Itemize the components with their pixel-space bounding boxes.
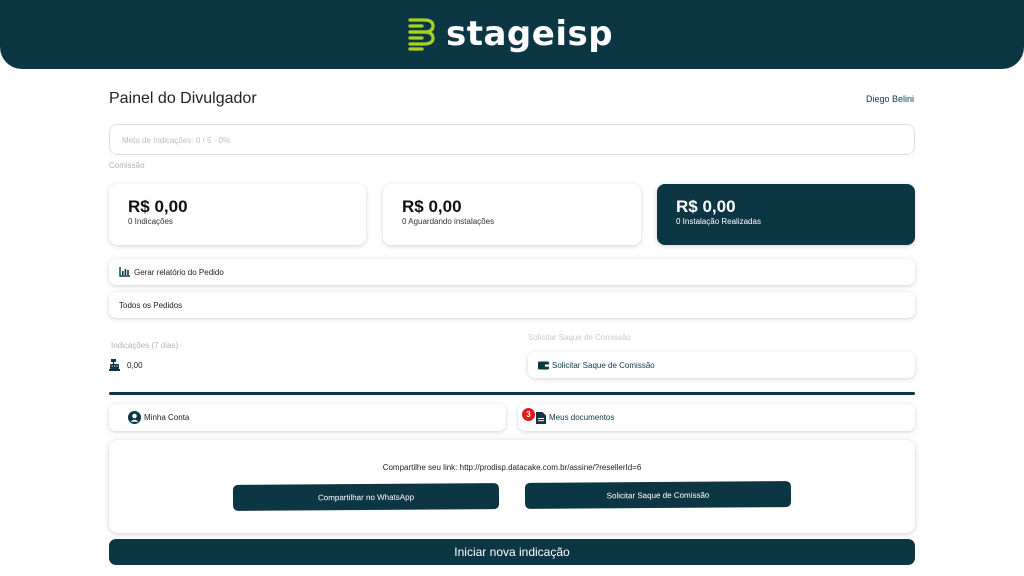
commission-card-aguardando: R$ 0,00 0 Aguardando instalações xyxy=(383,184,641,245)
share-link-text[interactable]: Compartilhe seu link: http://prodisp.dat… xyxy=(109,463,915,472)
share-panel: Compartilhe seu link: http://prodisp.dat… xyxy=(109,440,915,533)
request-withdrawal-button-secondary[interactable]: Solicitar Saque de Comissão xyxy=(524,481,792,509)
user-name[interactable]: Diego Belini xyxy=(866,94,914,104)
commission-label: Comissão xyxy=(109,161,145,170)
generate-report-button[interactable]: Gerar relatório do Pedido xyxy=(109,259,915,285)
commission-card-realizadas: R$ 0,00 0 Instalação Realizadas xyxy=(657,184,915,245)
card-amount: R$ 0,00 xyxy=(676,197,736,216)
all-orders-button[interactable]: Todos os Pedidos xyxy=(109,292,915,318)
brand-name: stageisp xyxy=(446,14,614,54)
logo-icon xyxy=(408,18,435,51)
my-documents-button[interactable]: Meus documentos xyxy=(518,404,915,431)
generate-report-label: Gerar relatório do Pedido xyxy=(134,267,224,277)
card-subtitle: 0 Aguardando instalações xyxy=(402,217,495,226)
all-orders-label: Todos os Pedidos xyxy=(119,300,183,310)
chart-icon xyxy=(119,267,130,277)
card-amount: R$ 0,00 xyxy=(402,197,462,216)
my-documents-label: Meus documentos xyxy=(549,413,615,422)
saque-label: Solicitar Saque de Comissão xyxy=(528,333,631,342)
card-subtitle: 0 Indicações xyxy=(128,217,173,226)
indicacoes-label: Indicações (7 dias) xyxy=(111,341,179,350)
user-circle-icon xyxy=(128,411,141,424)
card-amount: R$ 0,00 xyxy=(128,197,188,216)
documents-count-badge: 3 xyxy=(522,408,535,421)
goal-text: Meta de Indicações: 0 / 5 · 0% xyxy=(122,136,231,145)
wallet-icon xyxy=(538,361,549,369)
goal-progress-box: Meta de Indicações: 0 / 5 · 0% xyxy=(109,124,915,155)
brand-logo[interactable]: stageisp xyxy=(408,14,613,54)
request-withdrawal-button[interactable]: Solicitar Saque de Comissão xyxy=(528,352,915,378)
card-subtitle: 0 Instalação Realizadas xyxy=(676,217,761,226)
my-account-button[interactable]: Minha Conta xyxy=(109,404,506,431)
indicacoes-value: 0,00 xyxy=(127,360,143,370)
share-whatsapp-button[interactable]: Compartilhar no WhatsApp xyxy=(232,483,500,511)
top-header: stageisp xyxy=(0,0,1024,69)
document-icon xyxy=(536,411,546,424)
indicacoes-value-row: 0,00 xyxy=(109,359,143,371)
cash-register-icon xyxy=(109,359,120,371)
page-title: Painel do Divulgador xyxy=(109,90,257,107)
commission-card-indicacoes: R$ 0,00 0 Indicações xyxy=(109,184,366,245)
section-divider xyxy=(109,392,915,395)
request-withdrawal-label: Solicitar Saque de Comissão xyxy=(552,360,655,370)
start-new-referral-button[interactable]: Iniciar nova indicação xyxy=(109,539,915,565)
my-account-label: Minha Conta xyxy=(144,413,190,422)
